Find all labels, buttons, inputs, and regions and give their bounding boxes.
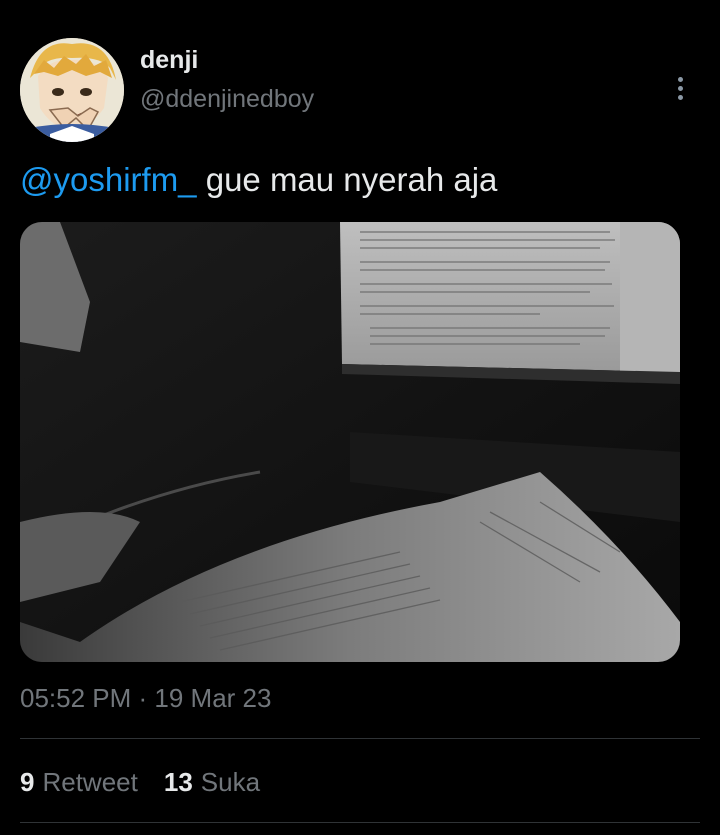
display-name[interactable]: denji [140, 44, 314, 76]
tweet-body: gue mau nyerah aja [196, 161, 498, 198]
tweet-text: @yoshirfm_ gue mau nyerah aja [20, 158, 700, 202]
retweet-stat[interactable]: 9 Retweet [20, 764, 138, 800]
retweet-count: 9 [20, 767, 35, 797]
tweet-header: denji @ddenjinedboy [20, 38, 700, 142]
more-options-button[interactable] [660, 58, 700, 118]
more-dot-icon [677, 76, 683, 82]
like-count: 13 [163, 767, 193, 797]
like-stat[interactable]: 13 Suka [164, 764, 260, 800]
photo-image [20, 222, 680, 662]
engagement-stats: 9 Retweet 13 Suka [20, 764, 260, 800]
handle[interactable]: @ddenjinedboy [140, 82, 314, 116]
retweet-label: Retweet [42, 767, 138, 797]
author-names: denji @ddenjinedboy [140, 44, 314, 116]
tweet-photo[interactable] [20, 222, 680, 662]
avatar[interactable] [20, 38, 124, 142]
divider [20, 822, 700, 823]
tweet-timestamp[interactable]: 05:52 PM · 19 Mar 23 [20, 682, 271, 714]
more-dot-icon [677, 94, 683, 100]
like-label: Suka [200, 767, 261, 797]
mention-link[interactable]: @yoshirfm_ [20, 161, 197, 198]
divider [20, 738, 700, 739]
more-dot-icon [677, 85, 683, 91]
